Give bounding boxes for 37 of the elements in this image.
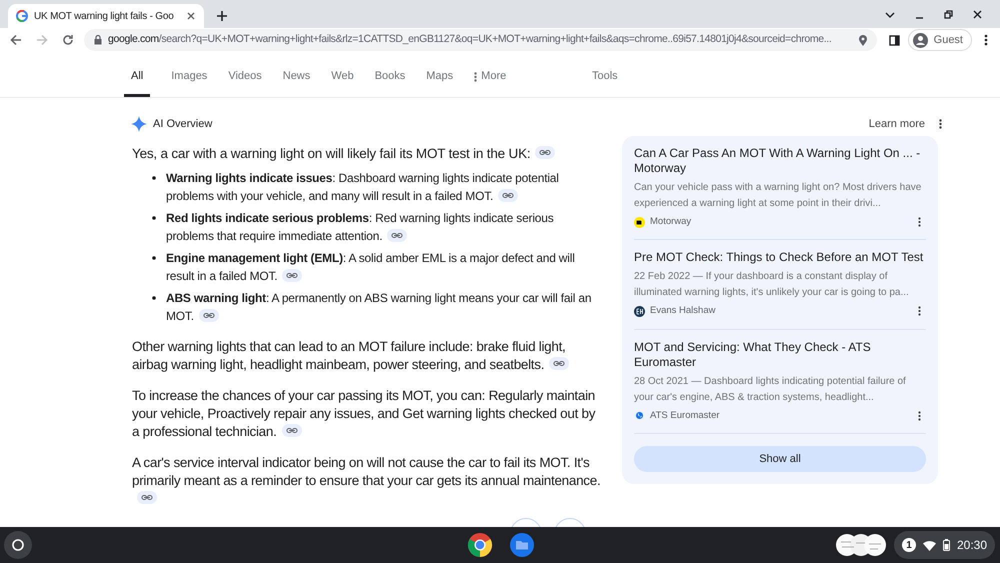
browser-tab[interactable]: UK MOT warning light fails - Goo: [8, 4, 204, 28]
learn-more-link[interactable]: Learn more: [868, 116, 925, 132]
status-tray[interactable]: 1 20:30: [894, 531, 995, 559]
list-item-text: Red lights indicate serious problems: Red warning lights indicate serious problems that require immediate attention.: [166, 210, 555, 244]
source-snippet: 28 Oct 2021 — Dashboard lights indicating potential failure of your car's engine, ABS & traction systems, headlight...: [634, 374, 907, 404]
section-title: AI Overview: [153, 117, 212, 132]
search-tab[interactable]: Images: [171, 59, 208, 97]
tools-button[interactable]: Tools: [592, 59, 618, 97]
show-all-button[interactable]: Show all: [634, 446, 926, 472]
source-title-link[interactable]: MOT and Servicing: What They Check - ATS Euromaster: [634, 340, 926, 370]
search-tab[interactable]: More: [474, 59, 506, 97]
search-tab[interactable]: News: [282, 59, 310, 97]
url-text: google.com/search?q=UK+MOT+warning+light+fails&rlz=1CATTSD_enGB1127&oq=UK+MOT+warning+light+fails&aqs=chrome..69i57.14801j0j4&sourceid=chrome...: [108, 32, 832, 48]
search-tab[interactable]: All: [124, 59, 150, 97]
paragraph: A car's service interval indicator being on will not cause the car to fail its MOT. It's primarily meant as a reminder to ensure that your car gets its annual maintenance.: [132, 454, 602, 508]
source-name: Evans Halshaw: [650, 304, 716, 318]
list-item-text: Engine management light (EML): A solid amber EML is a major defect and will result in a failed MOT.: [166, 250, 576, 284]
paragraph: To increase the chances of your car passing its MOT, you can: Regularly maintain your vehicle, Proactively repair any issues, and Get warning lights checked out by a professional technician.: [132, 386, 596, 440]
list-item-text: ABS warning light: A permanently on ABS warning light means your car will fail an MOT.: [166, 290, 592, 324]
profile-button[interactable]: Guest: [908, 29, 972, 51]
address-bar[interactable]: google.com/search?q=UK+MOT+warning+light+fails&rlz=1CATTSD_enGB1127&oq=UK+MOT+warning+light+fails&aqs=chrome..69i57.14801j0j4&sourceid=chrome...: [84, 29, 877, 51]
source-title-link[interactable]: Pre MOT Check: Things to Check Before an MOT Test: [634, 250, 926, 266]
source-name: ATS Euromaster: [650, 408, 721, 422]
source-name: Motorway: [650, 215, 692, 229]
source-snippet: 22 Feb 2022 — If your dashboard is a constant display of illuminated warning lights, it's unlikely your car is going to pa...: [634, 270, 910, 300]
list-item-text: Warning lights indicate issues: Dashboard warning lights indicate potential problems with your vehicle, and many will result in a failed MOT.: [166, 170, 560, 204]
clock-time: 20:30: [956, 537, 987, 554]
tab-title: UK MOT warning light fails - Goo: [34, 10, 175, 24]
paragraph: Other warning lights that can lead to an MOT failure include: brake fluid light, airbag warning light, headlight mainbeam, power steering, and seatbelts.: [132, 338, 602, 374]
search-tab[interactable]: Maps: [426, 59, 454, 97]
notification-count: 1: [902, 538, 916, 552]
search-tab[interactable]: Videos: [228, 59, 262, 97]
source-title-link[interactable]: Can A Car Pass An MOT With A Warning Light On ... - Motorway: [634, 146, 926, 176]
source-snippet: Can your vehicle pass with a warning light on? Most drivers have experienced a warning light at some point in their drivi...: [634, 181, 922, 211]
search-tab[interactable]: Books: [374, 59, 406, 97]
paragraph: Yes, a car with a warning light on will likely fail its MOT test in the UK:: [132, 144, 602, 162]
search-tab[interactable]: Web: [331, 59, 354, 97]
